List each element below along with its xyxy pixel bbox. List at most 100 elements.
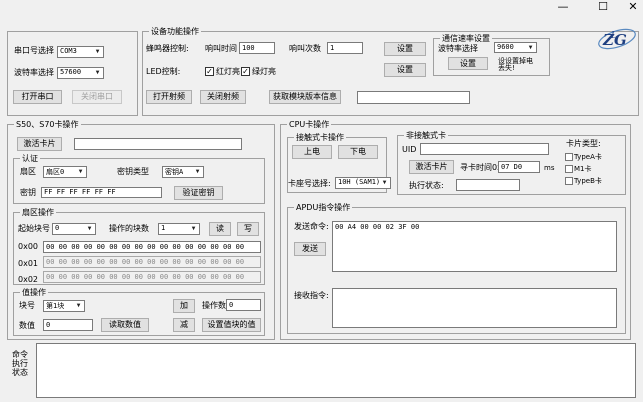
row-0-input[interactable]: 00 00 00 00 00 00 00 00 00 00 00 00 00 0… [43,241,261,253]
comm-baud-select[interactable]: 9600 ▼ [494,42,537,53]
row-0-label: 0x00 [18,242,39,251]
send-button[interactable]: 发送 [294,242,326,256]
power-off-button[interactable]: 下电 [338,145,378,159]
op-count-input[interactable]: 0 [226,299,261,311]
chevron-down-icon: ▼ [76,302,81,309]
log-label-line2: 执行 [12,359,28,368]
buzzer-count-input[interactable]: 1 [327,42,363,54]
log-label-line1: 命令 [12,350,28,359]
power-on-button[interactable]: 上电 [292,145,332,159]
rf-off-button[interactable]: 关闭射频 [200,90,246,104]
block-count-label: 操作的块数 [109,224,149,233]
row-2-input[interactable]: 00 00 00 00 00 00 00 00 00 00 00 00 00 0… [43,271,261,283]
rf-on-button[interactable]: 打开射频 [146,90,192,104]
close-icon[interactable]: ✕ [618,0,643,14]
s50-card-title: S50、S70卡操作 [14,119,81,130]
chevron-down-icon: ▼ [87,225,92,232]
red-led-label: 红灯亮 [216,67,240,76]
row-1-input[interactable]: 00 00 00 00 00 00 00 00 00 00 00 00 00 0… [43,256,261,268]
close-serial-button[interactable]: 关闭串口 [72,90,122,104]
device-function-group: 设备功能操作 蜂鸣器控制: 响叫时间 100 响叫次数 1 设置 LED控制: … [142,26,639,116]
comm-baud-label: 波特率选择 [438,44,478,53]
type-a-label: TypeA卡 [574,153,602,161]
auth-group: 认证 扇区 扇区0 ▼ 密钥类型 密钥A ▼ 密钥 FF FF FF FF FF… [13,153,265,204]
value-op-title: 值操作 [20,287,48,298]
slot-value: 10H (SAM1) [338,178,381,186]
comm-set-button[interactable]: 设置 [448,57,488,70]
noncontact-card-title: 非接触式卡 [404,130,448,141]
chevron-down-icon: ▼ [78,168,83,175]
chevron-down-icon: ▼ [95,69,100,76]
status-label: 执行状态: [409,181,444,190]
key-input[interactable]: FF FF FF FF FF FF [41,187,162,198]
num-input[interactable]: 0 [43,319,93,331]
buzzer-set-button[interactable]: 设置 [384,42,426,56]
row-1-label: 0x01 [18,259,39,268]
row-2-label: 0x02 [18,275,39,284]
m1-checkbox[interactable] [565,165,573,173]
device-function-title: 设备功能操作 [149,26,201,37]
log-output[interactable] [36,343,636,398]
send-cmd-input[interactable]: 00 A4 00 00 02 3F 00 [332,221,617,272]
s50-activate-button[interactable]: 激活卡片 [17,137,62,151]
serial-port-select[interactable]: COM3 ▼ [57,46,104,58]
s50-card-group: S50、S70卡操作 激活卡片 认证 扇区 扇区0 ▼ 密钥类型 密钥A ▼ 密… [7,119,275,340]
chevron-down-icon: ▼ [382,179,387,186]
verify-key-button[interactable]: 验证密钥 [174,186,223,200]
cpu-activate-button[interactable]: 激活卡片 [409,160,454,174]
uid-input[interactable] [420,143,549,155]
serial-baud-label: 波特率选择 [14,68,54,77]
buzzer-time-input[interactable]: 100 [239,42,275,54]
sector-value: 扇区0 [46,168,65,176]
read-button[interactable]: 读 [209,222,231,236]
key-label: 密钥 [20,188,36,197]
block-no-value: 第1块 [46,302,65,310]
block-count-select[interactable]: 1 ▼ [158,223,200,235]
key-type-value: 密钥A [165,168,184,176]
block-no-label: 块号 [19,301,35,310]
timeout-input[interactable]: 07 D0 [498,161,540,173]
contact-card-title: 接触式卡操作 [294,132,346,143]
svg-text:L: L [610,31,617,41]
serial-baud-select[interactable]: 57600 ▼ [57,67,104,79]
version-output[interactable] [357,91,470,104]
slot-select[interactable]: 10H (SAM1) ▼ [335,177,391,189]
chevron-down-icon: ▼ [95,48,100,55]
key-type-select[interactable]: 密钥A ▼ [162,166,204,178]
zlg-logo: Z G L [595,25,639,53]
s50-activate-output[interactable] [74,138,242,150]
write-button[interactable]: 写 [237,222,259,236]
chevron-down-icon: ▼ [195,168,200,175]
recv-output[interactable] [332,288,617,328]
comm-baud-value: 9600 [497,43,514,51]
led-set-button[interactable]: 设置 [384,63,426,77]
serial-port-label: 串口号选择 [14,46,54,55]
maximize-icon[interactable]: ☐ [588,0,618,14]
get-version-button[interactable]: 获取模块版本信息 [269,90,341,104]
read-value-button[interactable]: 读取数值 [101,318,149,332]
value-op-group: 值操作 块号 第1块 ▼ 数值 0 加 操作数 0 读取数值 减 设置值块的值 [13,287,265,336]
open-serial-button[interactable]: 打开串口 [13,90,62,104]
set-value-block-button[interactable]: 设置值块的值 [202,318,261,332]
slot-label: 卡座号选择: [288,179,331,188]
chevron-down-icon: ▼ [528,44,533,51]
block-no-select[interactable]: 第1块 ▼ [43,300,85,312]
buzzer-label: 蜂鸣器控制: [146,44,189,53]
uid-label: UID [402,145,417,154]
green-led-checkbox[interactable]: ✓ [241,67,250,76]
sub-button[interactable]: 减 [173,318,195,332]
log-label-line3: 状态 [12,368,28,377]
status-output[interactable] [456,179,520,191]
recv-label: 接收指令: [294,291,329,300]
sector-select[interactable]: 扇区0 ▼ [43,166,87,178]
type-a-checkbox[interactable] [565,153,573,161]
minimize-icon[interactable]: — [548,0,578,14]
sector-label: 扇区 [20,167,36,176]
type-b-checkbox[interactable] [565,177,573,185]
led-control-label: LED控制: [146,67,181,76]
red-led-checkbox[interactable]: ✓ [205,67,214,76]
start-block-select[interactable]: 0 ▼ [52,223,96,235]
add-button[interactable]: 加 [173,299,195,313]
green-led-label: 绿灯亮 [252,67,276,76]
start-block-value: 0 [55,224,60,232]
